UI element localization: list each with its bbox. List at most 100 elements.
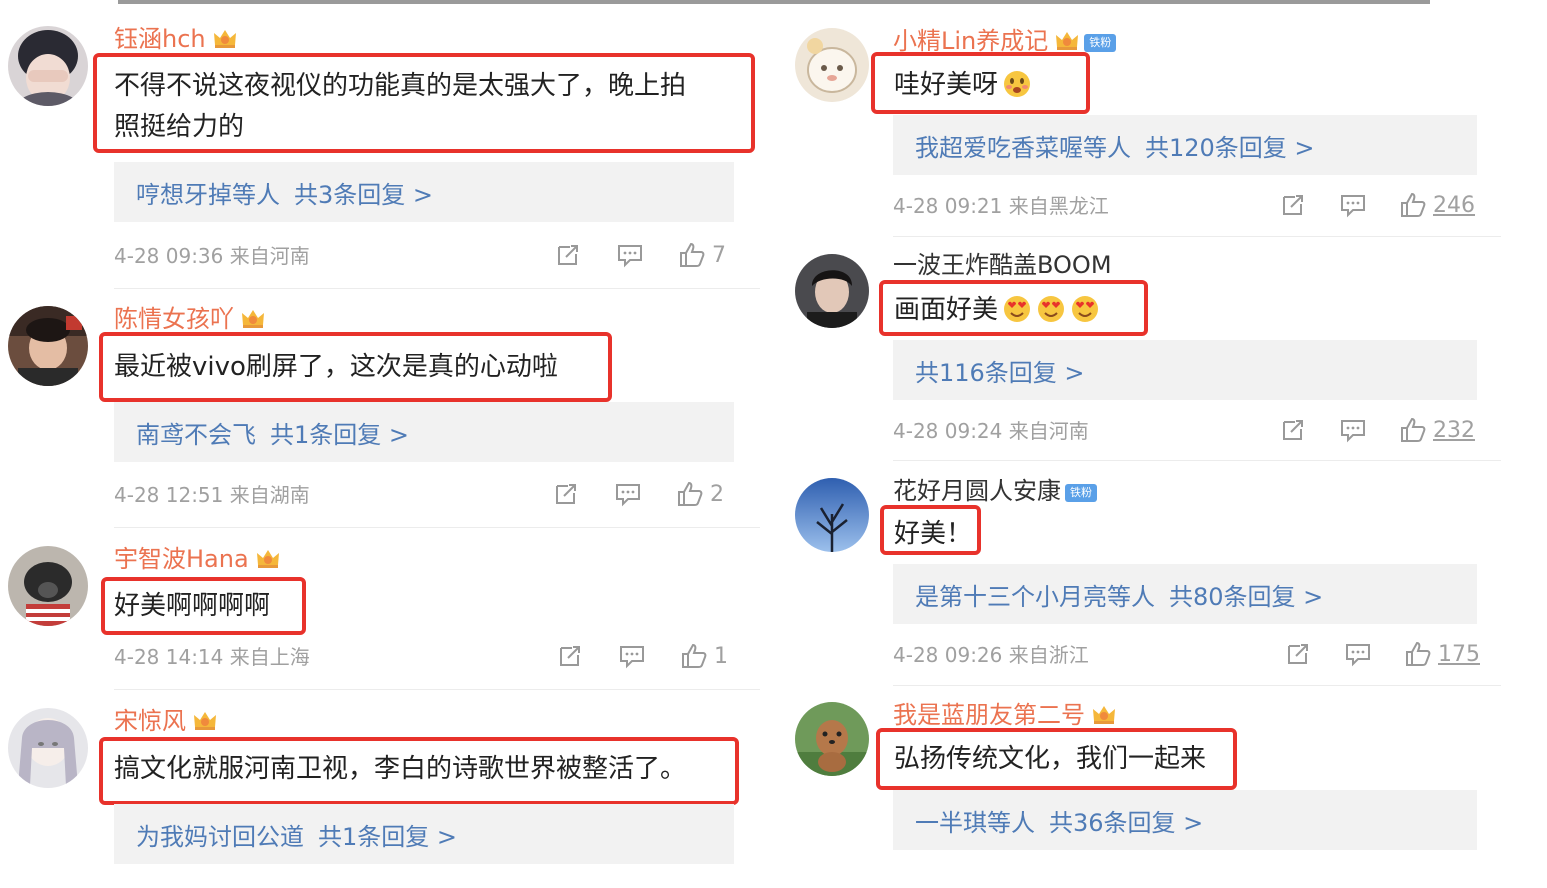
emoji-icon bbox=[1004, 296, 1031, 322]
divider bbox=[893, 685, 1501, 686]
comment-meta: 4-28 09:36 来自河南 bbox=[114, 244, 310, 268]
reply-summary[interactable]: 为我妈讨回公道 共1条回复 > bbox=[114, 804, 734, 864]
username[interactable]: 花好月圆人安康 铁粉 bbox=[893, 476, 1097, 506]
reply-count[interactable]: 共3条回复 > bbox=[294, 175, 433, 210]
avatar[interactable] bbox=[8, 26, 88, 106]
like-icon[interactable] bbox=[1404, 640, 1432, 668]
like-count: 175 bbox=[1438, 641, 1480, 667]
comment-meta: 4-28 09:24 来自河南 bbox=[893, 419, 1089, 443]
comment-icon[interactable] bbox=[616, 241, 644, 269]
like-icon[interactable] bbox=[680, 642, 708, 670]
comment-meta: 4-28 12:51 来自湖南 bbox=[114, 483, 310, 507]
reply-users[interactable]: 为我妈讨回公道 bbox=[136, 817, 304, 852]
repost-icon[interactable] bbox=[554, 241, 582, 269]
crown-icon bbox=[194, 712, 216, 730]
like-count: 7 bbox=[712, 242, 726, 268]
comment-icon[interactable] bbox=[1339, 191, 1367, 219]
comment-icon[interactable] bbox=[618, 642, 646, 670]
reply-users[interactable]: 我超爱吃香菜喔等人 bbox=[915, 128, 1131, 163]
avatar[interactable] bbox=[795, 478, 869, 552]
like-icon[interactable] bbox=[1399, 191, 1427, 219]
comment-text: 好美！ bbox=[894, 519, 973, 549]
reply-summary[interactable]: 我超爱吃香菜喔等人 共120条回复 > bbox=[893, 115, 1477, 175]
crown-icon bbox=[242, 310, 264, 328]
top-divider bbox=[118, 0, 1430, 4]
comment-text-body: 哇好美呀 bbox=[894, 70, 999, 100]
reply-summary[interactable]: 一半琪等人 共36条回复 > bbox=[893, 790, 1477, 850]
like-icon[interactable] bbox=[676, 480, 704, 508]
username[interactable]: 小精Lin养成记 铁粉 bbox=[893, 26, 1117, 56]
reply-users[interactable]: 哼想牙掉等人 bbox=[136, 175, 280, 210]
reply-summary[interactable]: 共116条回复 > bbox=[893, 340, 1477, 400]
avatar[interactable] bbox=[795, 28, 869, 102]
repost-icon[interactable] bbox=[556, 642, 584, 670]
like-icon[interactable] bbox=[1399, 416, 1427, 444]
reply-users[interactable]: 是第十三个小月亮等人 bbox=[915, 577, 1155, 612]
username-text[interactable]: 我是蓝朋友第二号 bbox=[893, 701, 1085, 729]
reply-users[interactable]: 一半琪等人 bbox=[915, 803, 1035, 838]
comment-text: 画面好美 bbox=[894, 290, 1100, 330]
comment-text-line: 不得不说这夜视仪的功能真的是太强大了，晚上拍 bbox=[114, 71, 687, 101]
divider bbox=[893, 236, 1501, 237]
username-text[interactable]: 小精Lin养成记 bbox=[893, 27, 1048, 55]
reply-summary[interactable]: 是第十三个小月亮等人 共80条回复 > bbox=[893, 564, 1477, 624]
comment-icon[interactable] bbox=[1339, 416, 1367, 444]
like-count: 2 bbox=[710, 481, 724, 507]
like-icon[interactable] bbox=[678, 241, 706, 269]
emoji-icon bbox=[1004, 71, 1031, 97]
username[interactable]: 我是蓝朋友第二号 bbox=[893, 700, 1117, 730]
divider bbox=[893, 460, 1501, 461]
reply-summary[interactable]: 哼想牙掉等人 共3条回复 > bbox=[114, 162, 734, 222]
username-text[interactable]: 钰涵hch bbox=[114, 25, 206, 53]
divider bbox=[114, 689, 760, 690]
crown-icon bbox=[256, 550, 279, 568]
avatar[interactable] bbox=[795, 702, 869, 776]
username[interactable]: 宇智波Hana bbox=[114, 544, 281, 574]
crown-icon bbox=[1056, 32, 1079, 50]
comment-icon[interactable] bbox=[614, 480, 642, 508]
username[interactable]: 一波王炸酷盖BOOM bbox=[893, 250, 1112, 280]
comment-text-body: 画面好美 bbox=[894, 295, 999, 325]
avatar[interactable] bbox=[8, 306, 88, 386]
reply-count[interactable]: 共80条回复 > bbox=[1169, 577, 1323, 612]
crown-icon bbox=[213, 30, 236, 48]
crown-icon bbox=[1093, 706, 1115, 724]
comment-meta: 4-28 14:14 来自上海 bbox=[114, 645, 310, 669]
reply-count[interactable]: 共120条回复 > bbox=[1145, 128, 1315, 163]
username[interactable]: 陈情女孩吖 bbox=[114, 304, 266, 334]
username[interactable]: 宋惊风 bbox=[114, 706, 218, 736]
comment-icon[interactable] bbox=[1344, 640, 1372, 668]
avatar[interactable] bbox=[8, 708, 88, 788]
comment-text: 弘扬传统文化，我们一起来 bbox=[894, 744, 1207, 774]
reply-count[interactable]: 共1条回复 > bbox=[270, 415, 409, 450]
repost-icon[interactable] bbox=[1284, 640, 1312, 668]
username-text[interactable]: 陈情女孩吖 bbox=[114, 305, 234, 333]
username-text[interactable]: 宋惊风 bbox=[114, 707, 186, 735]
repost-icon[interactable] bbox=[1279, 416, 1307, 444]
comment-text-line: 搞文化就服河南卫视，李白的诗歌世界被整活了。 bbox=[114, 754, 687, 784]
emoji-icon bbox=[1038, 296, 1065, 322]
comment-text-line: 照挺给力的 bbox=[114, 112, 245, 142]
emoji-icon bbox=[1072, 296, 1099, 322]
comment-meta: 4-28 09:21 来自黑龙江 bbox=[893, 194, 1109, 218]
comment-text-line: 最近被vivo刷屏了，这次是真的心动啦 bbox=[114, 352, 558, 382]
avatar[interactable] bbox=[8, 546, 88, 626]
username[interactable]: 钰涵hch bbox=[114, 24, 238, 54]
like-count: 232 bbox=[1433, 417, 1475, 443]
username-text[interactable]: 宇智波Hana bbox=[114, 545, 249, 573]
like-count: 246 bbox=[1433, 192, 1475, 218]
repost-icon[interactable] bbox=[1279, 191, 1307, 219]
comment-text-line: 好美啊啊啊啊 bbox=[114, 591, 271, 621]
username-text[interactable]: 花好月圆人安康 bbox=[893, 477, 1061, 505]
repost-icon[interactable] bbox=[552, 480, 580, 508]
fan-badge: 铁粉 bbox=[1065, 484, 1097, 502]
reply-count[interactable]: 共36条回复 > bbox=[1049, 803, 1203, 838]
reply-count[interactable]: 共1条回复 > bbox=[318, 817, 457, 852]
comment-meta: 4-28 09:26 来自浙江 bbox=[893, 643, 1089, 667]
reply-users[interactable]: 南鸢不会飞 bbox=[136, 415, 256, 450]
reply-summary[interactable]: 南鸢不会飞 共1条回复 > bbox=[114, 402, 734, 462]
fan-badge: 铁粉 bbox=[1084, 34, 1117, 52]
reply-count[interactable]: 共116条回复 > bbox=[915, 353, 1085, 388]
divider bbox=[114, 288, 760, 289]
avatar[interactable] bbox=[795, 254, 869, 328]
